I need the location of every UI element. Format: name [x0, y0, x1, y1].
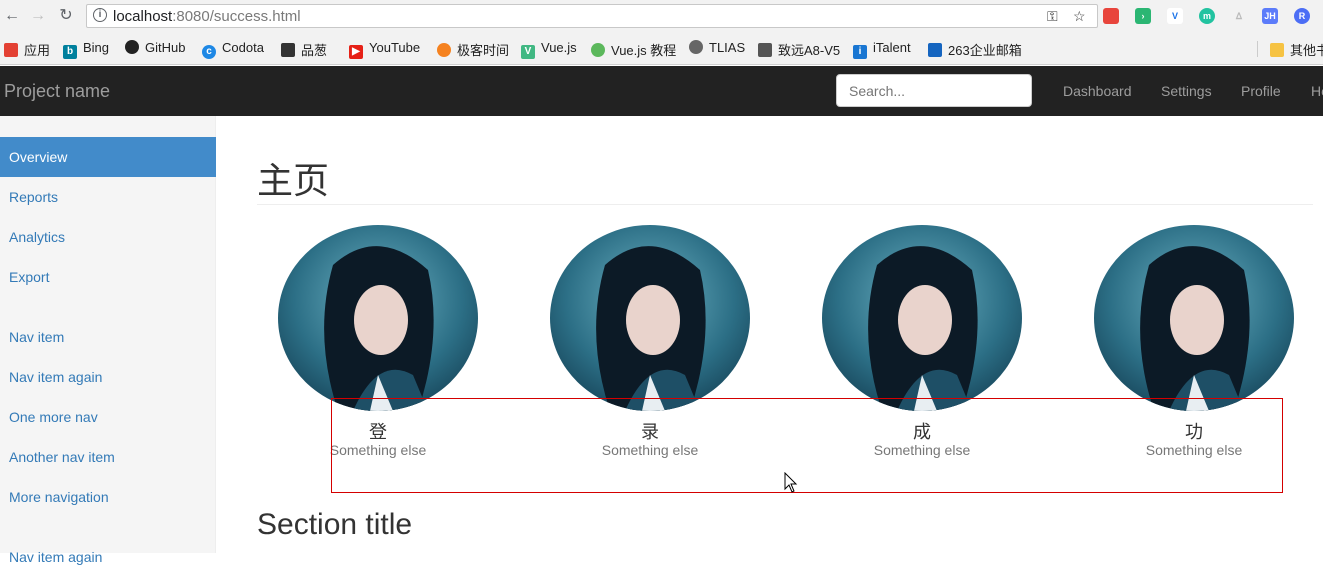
- bookmark-263mail[interactable]: 263企业邮箱: [928, 40, 1022, 58]
- nav-settings[interactable]: Settings: [1161, 83, 1212, 99]
- bookmark-apps[interactable]: 应用: [4, 40, 50, 58]
- youtube-icon: ▶: [349, 45, 363, 59]
- placeholder-image: [550, 225, 750, 411]
- sidebar-item-one-more-nav[interactable]: One more nav: [0, 397, 216, 437]
- jh-extension-icon[interactable]: JH: [1262, 8, 1278, 24]
- vue-extension-icon[interactable]: V: [1167, 8, 1183, 24]
- bookmark-other[interactable]: 其他书: [1270, 40, 1323, 58]
- page-title: 主页: [257, 160, 330, 201]
- sidebar-item-another-nav-item[interactable]: Another nav item: [0, 437, 216, 477]
- url-text: localhost:8080/success.html: [113, 8, 301, 25]
- selection-highlight: [331, 398, 1283, 493]
- bookmark-codota[interactable]: c Codota: [202, 40, 264, 59]
- codota-icon: c: [202, 45, 216, 59]
- vue-icon: V: [521, 45, 535, 59]
- mouse-cursor-icon: [784, 472, 798, 493]
- placeholder-image: [1094, 225, 1294, 411]
- r-extension-icon[interactable]: R: [1294, 8, 1310, 24]
- search-input[interactable]: [836, 74, 1032, 107]
- forward-icon[interactable]: →: [28, 6, 48, 26]
- sidebar-item-nav-item-again[interactable]: Nav item again: [0, 357, 216, 397]
- placeholder-image: [278, 225, 478, 411]
- mail-263-icon: [928, 43, 942, 57]
- apps-grid-icon: [4, 43, 18, 57]
- brand[interactable]: Project name: [4, 81, 110, 102]
- key-icon[interactable]: ⚿: [1047, 8, 1058, 25]
- geektime-icon: [437, 43, 451, 57]
- seeyon-icon: [758, 43, 772, 57]
- bing-icon: b: [63, 45, 77, 59]
- reload-icon[interactable]: ↻: [56, 6, 76, 26]
- terminal-extension-icon[interactable]: ›: [1135, 8, 1151, 24]
- section-title: Section title: [257, 508, 413, 541]
- sidebar-item-reports[interactable]: Reports: [0, 177, 216, 217]
- bookmark-vuejs[interactable]: V Vue.js: [521, 40, 577, 59]
- runoob-icon: [591, 43, 605, 57]
- nav-profile[interactable]: Profile: [1241, 83, 1281, 99]
- bookmark-geektime[interactable]: 极客时间: [437, 40, 509, 58]
- bookmark-italent[interactable]: i iTalent: [853, 40, 911, 59]
- bookmarks-divider: [1257, 41, 1258, 57]
- info-icon[interactable]: i: [93, 8, 107, 22]
- bookmark-github[interactable]: GitHub: [125, 40, 185, 58]
- nav-help[interactable]: Help: [1311, 83, 1323, 99]
- tlias-icon: [689, 40, 703, 54]
- bookmark-vuejs-tutorial[interactable]: Vue.js 教程: [591, 40, 676, 58]
- nav-dashboard[interactable]: Dashboard: [1063, 83, 1132, 99]
- placeholder-image: [822, 225, 1022, 411]
- extension-icon[interactable]: [1103, 8, 1119, 24]
- app-navbar: Project name Dashboard Settings Profile …: [0, 66, 1323, 116]
- bookmark-tlias[interactable]: TLIAS: [689, 40, 745, 58]
- sidebar-item-overview[interactable]: Overview: [0, 137, 216, 177]
- address-bar[interactable]: i localhost:8080/success.html ⚿ ☆: [86, 4, 1098, 28]
- github-icon: [125, 40, 139, 54]
- tree-extension-icon[interactable]: ᐃ: [1231, 8, 1247, 24]
- bookmark-pincong[interactable]: 品葱: [281, 40, 327, 58]
- bookmark-seeyon[interactable]: 致远A8-V5: [758, 40, 840, 58]
- bookmarks-bar: 应用 b Bing GitHub c Codota 品葱 ▶ YouTube 极客时间…: [0, 33, 1323, 65]
- m-extension-icon[interactable]: m: [1199, 8, 1215, 24]
- title-divider: [257, 204, 1313, 205]
- italent-icon: i: [853, 45, 867, 59]
- bookmark-bing[interactable]: b Bing: [63, 40, 109, 59]
- folder-icon: [1270, 43, 1284, 57]
- browser-toolbar: ← → ↻ i localhost:8080/success.html ⚿ ☆ …: [0, 0, 1323, 33]
- back-icon[interactable]: ←: [2, 6, 22, 26]
- sidebar-item-nav-item-again-2[interactable]: Nav item again: [0, 537, 216, 577]
- sidebar-item-analytics[interactable]: Analytics: [0, 217, 216, 257]
- sidebar: Overview Reports Analytics Export Nav it…: [0, 116, 216, 565]
- star-icon[interactable]: ☆: [1073, 8, 1086, 25]
- sidebar-item-export[interactable]: Export: [0, 257, 216, 297]
- sidebar-item-more-navigation[interactable]: More navigation: [0, 477, 216, 517]
- pincong-icon: [281, 43, 295, 57]
- sidebar-item-nav-item[interactable]: Nav item: [0, 317, 216, 357]
- bookmark-youtube[interactable]: ▶ YouTube: [349, 40, 420, 59]
